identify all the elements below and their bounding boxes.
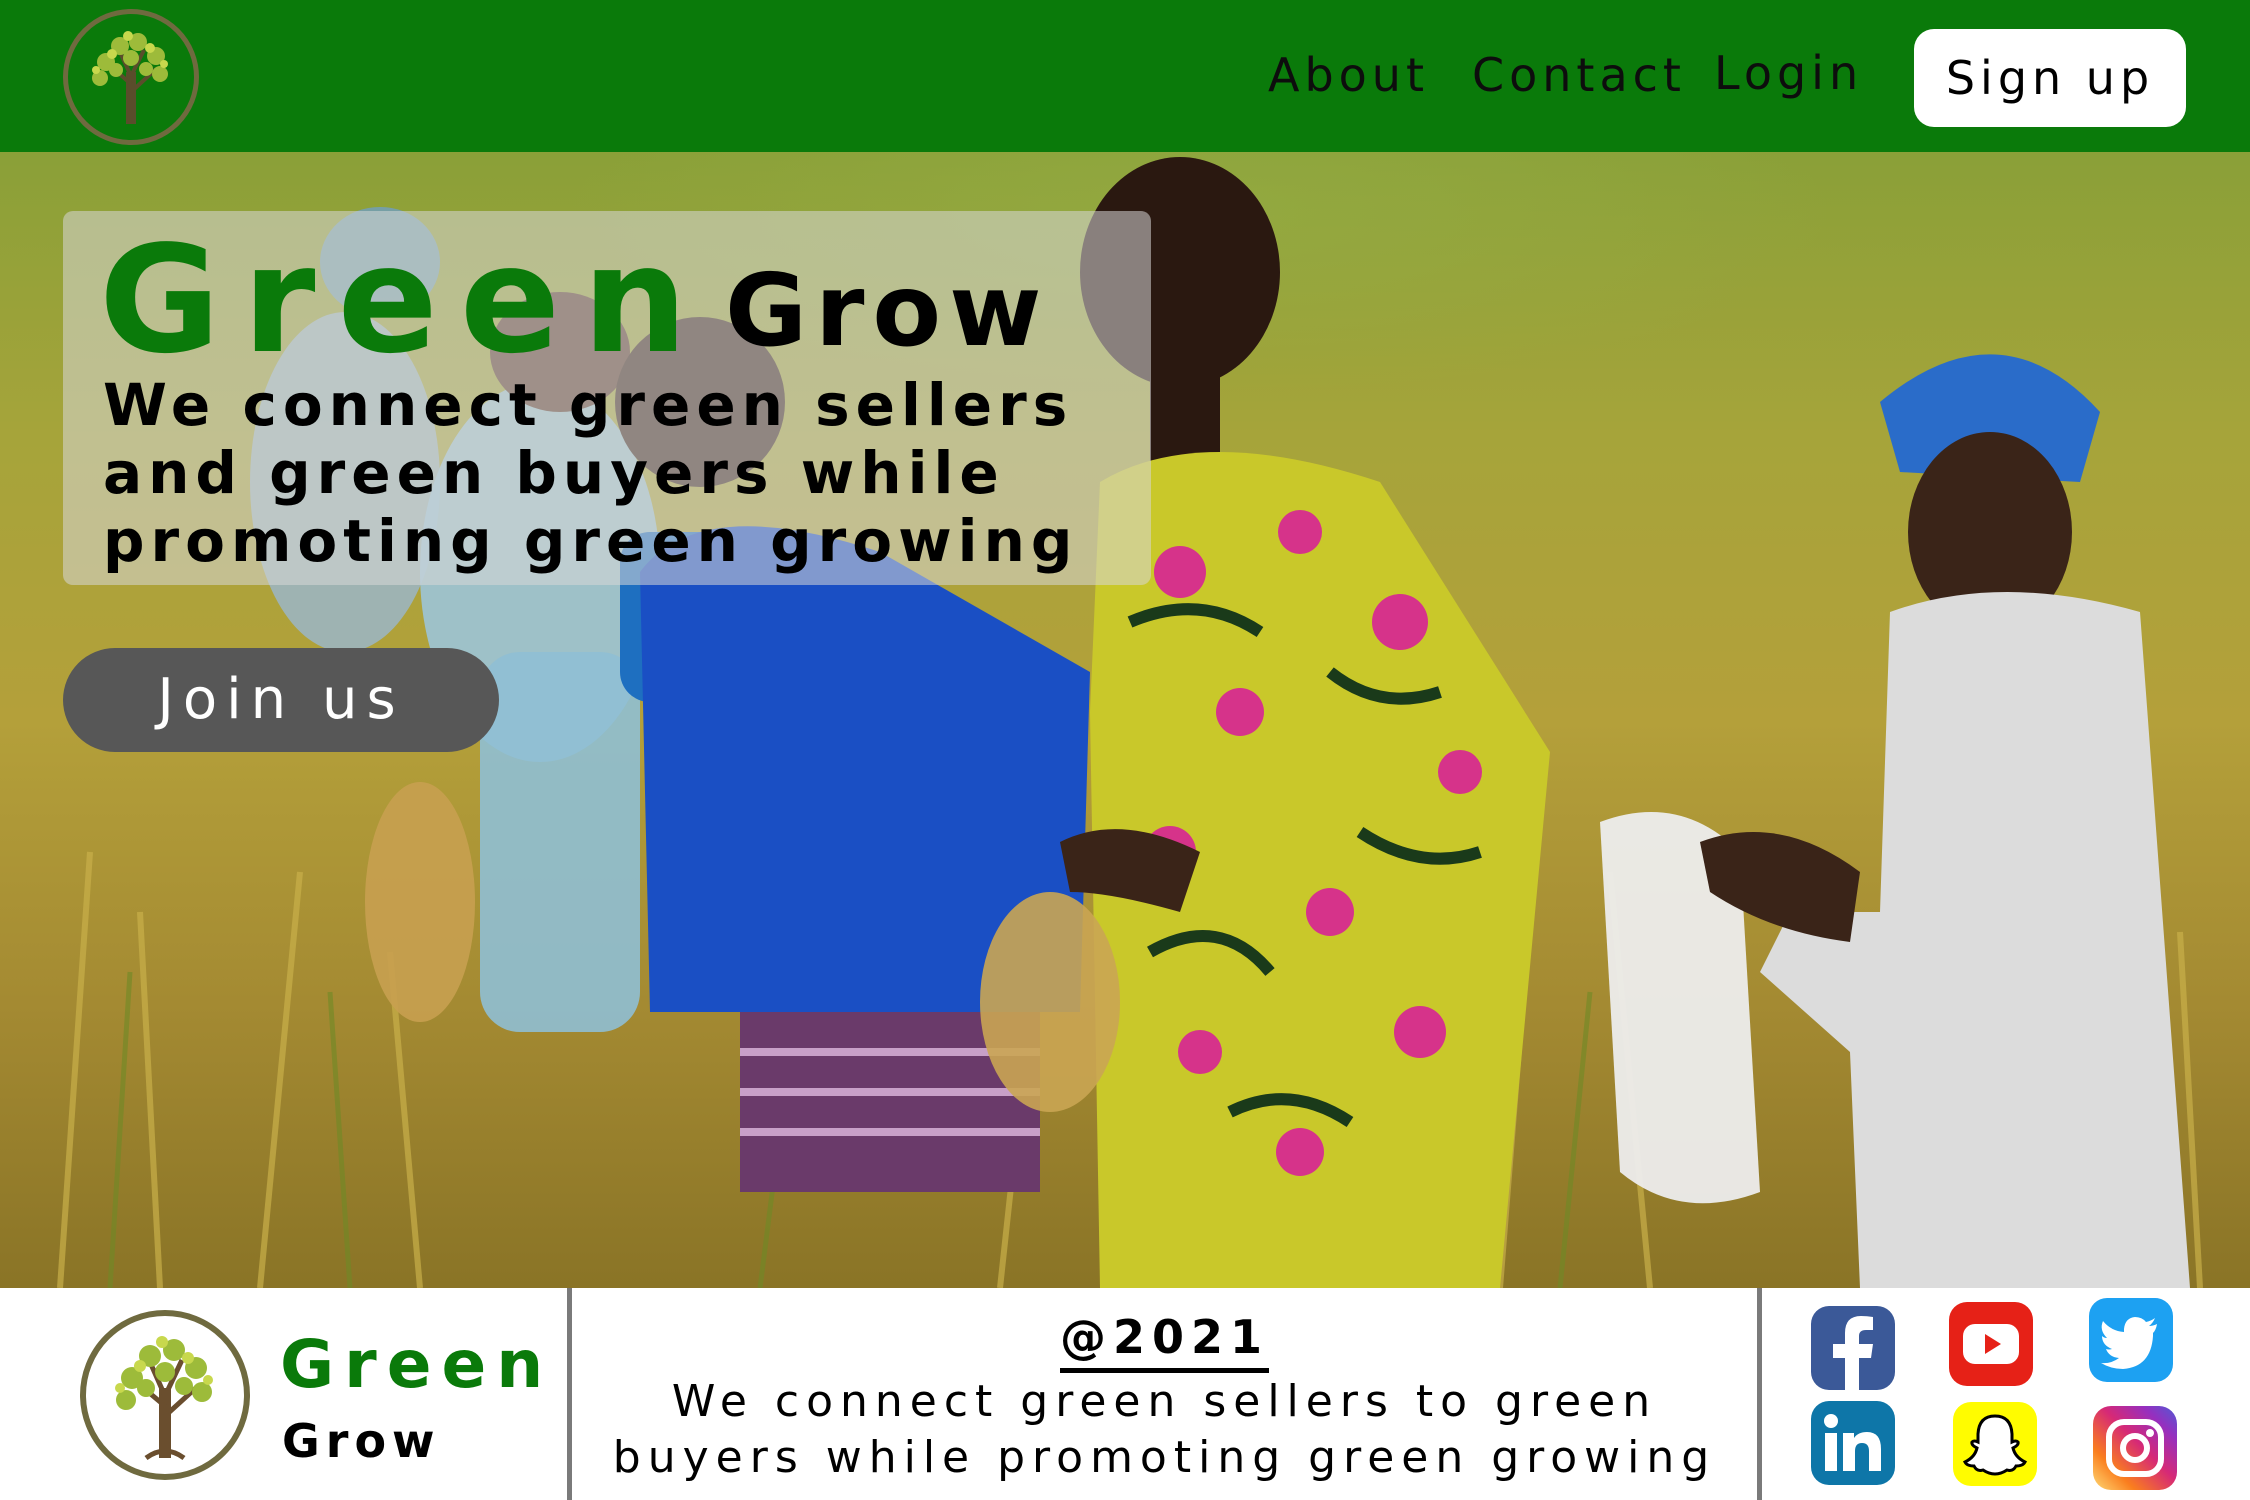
tree-icon (80, 1310, 250, 1480)
snapchat-icon[interactable] (1953, 1402, 2037, 1486)
twitter-icon[interactable] (2089, 1298, 2173, 1382)
nav-link-about[interactable]: About (1268, 48, 1429, 102)
footer-tagline: We connect green sellers to green buyers… (612, 1376, 1717, 1483)
linkedin-icon[interactable] (1811, 1401, 1895, 1485)
hero-tagline: We connect green sellers and green buyer… (103, 371, 1079, 575)
nav-link-login[interactable]: Login (1714, 46, 1863, 100)
footer-brand-green: Green (280, 1326, 554, 1403)
footer-divider (1757, 1288, 1762, 1500)
signup-button[interactable]: Sign up (1914, 29, 2186, 127)
instagram-icon[interactable] (2093, 1406, 2177, 1490)
top-nav-bar: About Contact Login Sign up (0, 0, 2250, 152)
hero-title-green: Green (99, 214, 710, 386)
hero-title-grow: Grow (725, 252, 1050, 369)
copyright-year-text: @2021 (1059, 1310, 1270, 1373)
youtube-icon[interactable] (1949, 1302, 2033, 1386)
join-us-button[interactable]: Join us (63, 648, 499, 752)
hero-card: Green Grow We connect green sellers and … (63, 211, 1151, 585)
copyright-year: @2021 (572, 1310, 1757, 1373)
tree-icon[interactable] (63, 9, 199, 145)
facebook-icon[interactable] (1811, 1306, 1895, 1390)
hero-section: Green Grow We connect green sellers and … (0, 152, 2250, 1288)
nav-link-contact[interactable]: Contact (1472, 48, 1686, 102)
footer: Green Grow @2021 We connect green seller… (0, 1288, 2250, 1500)
footer-brand-grow: Grow (282, 1414, 441, 1468)
